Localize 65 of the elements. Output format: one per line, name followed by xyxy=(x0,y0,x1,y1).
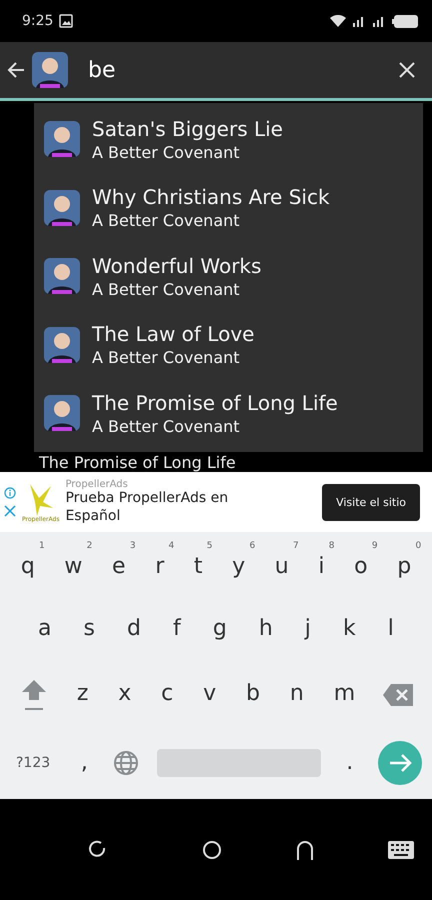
keyboard-key[interactable]: m xyxy=(328,676,362,713)
ad-headline: Prueba PropellerAds en Español xyxy=(65,490,230,525)
keyboard-key[interactable]: b xyxy=(240,676,266,713)
info-icon[interactable] xyxy=(4,487,16,499)
symbols-key[interactable]: ?123 xyxy=(10,750,56,776)
list-item[interactable]: The Promise of Long Life xyxy=(39,453,432,472)
suggestion-subtitle: A Better Covenant xyxy=(92,348,241,368)
status-time: 9:25 xyxy=(22,13,54,29)
backspace-icon[interactable] xyxy=(383,684,414,706)
keyboard-key[interactable]: n xyxy=(284,676,310,713)
keyboard-key[interactable]: h xyxy=(252,611,279,648)
suggestion-title: The Law of Love xyxy=(92,322,254,346)
suggestion-title: The Promise of Long Life xyxy=(92,390,338,415)
comma-key[interactable]: , xyxy=(74,744,94,782)
suggestion-subtitle: A Better Covenant xyxy=(92,280,241,299)
keyboard-key[interactable]: 3 e xyxy=(102,541,136,588)
keyboard-key[interactable]: d xyxy=(121,611,147,648)
suggestion-subtitle: A Better Covenant xyxy=(92,142,241,162)
globe-icon[interactable] xyxy=(112,750,139,776)
visit-button[interactable]: Visite el sitio xyxy=(322,484,420,520)
suggestion-item[interactable]: The Law of Love A Better Covenant xyxy=(34,310,423,379)
battery-icon xyxy=(392,14,418,28)
enter-icon[interactable] xyxy=(378,741,422,785)
keyboard-key[interactable]: 9 o xyxy=(344,541,378,588)
keyboard-key[interactable]: v xyxy=(197,676,222,713)
keyboard-key[interactable]: 1 q xyxy=(10,541,45,588)
keyboard-key[interactable]: 2 w xyxy=(54,541,92,588)
suggestion-title: Wonderful Works xyxy=(92,254,262,278)
keyboard-key[interactable]: 8 i xyxy=(308,541,334,588)
back-icon[interactable] xyxy=(296,840,314,860)
ad-brand: PropellerAds xyxy=(65,479,129,490)
keyboard-icon[interactable] xyxy=(388,840,414,858)
wifi-icon xyxy=(330,15,346,27)
suggestion-subtitle: A Better Covenant xyxy=(92,416,241,436)
keyboard-key[interactable]: 6 y xyxy=(222,541,256,588)
suggestion-item[interactable]: The Promise of Long Life A Better Covenant xyxy=(34,379,423,448)
home-icon[interactable] xyxy=(202,840,222,860)
signal-icon xyxy=(352,15,366,27)
keyboard-key[interactable]: 0 p xyxy=(387,541,422,588)
keyboard-key[interactable]: k xyxy=(336,611,362,648)
signal-icon xyxy=(372,15,386,27)
recent-apps-icon[interactable] xyxy=(88,840,108,860)
keyboard-key[interactable]: g xyxy=(206,611,233,648)
keyboard-key[interactable]: x xyxy=(112,676,138,713)
suggestion-subtitle: A Better Covenant xyxy=(92,211,241,230)
keyboard-key[interactable]: 7 u xyxy=(264,541,299,588)
suggestion-title: Satan's Biggers Lie xyxy=(92,116,283,141)
keyboard-key[interactable]: s xyxy=(78,611,101,648)
suggestion-title: Why Christians Are Sick xyxy=(92,185,330,210)
image-icon xyxy=(59,14,74,28)
search-bar[interactable]: be xyxy=(0,42,432,101)
back-icon[interactable] xyxy=(6,60,26,80)
search-field[interactable]: be xyxy=(88,58,392,82)
keyboard-key[interactable]: 4 r xyxy=(145,541,174,588)
keyboard-key[interactable]: f xyxy=(167,611,187,648)
period-key[interactable]: . xyxy=(340,744,360,782)
keyboard-key[interactable]: l xyxy=(382,611,400,648)
suggestion-item[interactable]: Why Christians Are Sick A Better Covenant xyxy=(34,174,423,242)
keyboard-key[interactable]: j xyxy=(298,611,317,648)
keyboard-key[interactable]: a xyxy=(32,611,58,648)
keyboard-key[interactable]: z xyxy=(70,676,94,713)
suggestion-item[interactable]: Wonderful Works A Better Covenant xyxy=(34,242,423,310)
keyboard-key[interactable]: c xyxy=(155,676,180,713)
keyboard-key[interactable]: 5 t xyxy=(184,541,213,588)
suggestion-item[interactable]: Satan's Biggers Lie A Better Covenant xyxy=(34,105,423,174)
